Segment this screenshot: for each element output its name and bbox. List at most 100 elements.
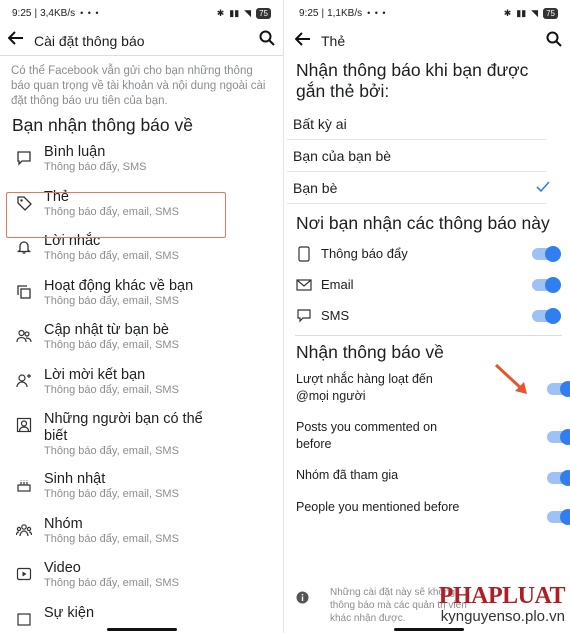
group-icon [14,520,34,540]
item-channels: Thông báo đẩy, email, SMS [44,383,179,396]
item-video[interactable]: Video Thông báo đẩy, email, SMS [0,556,283,601]
phone-icon [296,245,312,262]
sms-toggle[interactable] [532,307,561,324]
item-channels: Thông báo đẩy, email, SMS [44,532,179,545]
status-time: 9:25 [12,7,32,19]
notify-joined-groups: Nhóm đã tham gia [287,467,570,489]
gesture-bar [106,628,177,631]
copy-icon [14,282,34,302]
item-channels: Thông báo đẩy, email, SMS [44,339,179,351]
highlight-box [6,192,226,238]
notify-label: Posts you commented on before [296,420,438,451]
channel-push: Thông báo đẩy [287,238,570,269]
joined-groups-toggle[interactable] [547,470,570,486]
push-toggle[interactable] [532,245,561,262]
channel-sms: SMS [287,300,570,331]
item-channels: Thông báo đẩy, email, SMS [44,445,179,457]
signal-icon: ▮▮ [229,7,240,18]
item-label: Video [44,560,81,576]
item-label: Hoạt động khác về bạn [44,277,194,294]
checkmark-icon [536,180,550,196]
cake-icon [14,475,34,495]
bluetooth-icon: ✱ [503,7,512,18]
page-title: Cài đặt thông báo [34,32,145,49]
sms-icon [296,308,312,324]
item-birthdays[interactable]: Sinh nhật Thông báo đẩy, email, SMS [0,467,283,512]
email-toggle[interactable] [532,276,561,293]
option-friends-of-friends[interactable]: Bạn của bạn bè [287,140,546,172]
app-header: Thẻ [287,26,570,56]
wifi-icon: ◥ [244,7,252,18]
item-label: Sự kiện [44,604,95,621]
item-label: Cập nhật từ bạn bè [44,322,169,338]
item-label: Nhóm [44,515,83,532]
channel-email: Email [287,269,570,300]
right-screen: 9:25 | 1,1KB/s • • • ✱ ▮▮ ◥ 75 Thẻ Nhận … [287,0,570,633]
status-dots: • • • [367,8,387,18]
signal-icon: ▮▮ [516,7,527,18]
info-icon [296,591,309,625]
people-mentioned-toggle[interactable] [547,509,570,525]
status-bar: 9:25 | 1,1KB/s • • • ✱ ▮▮ ◥ 75 [287,0,570,26]
option-label: Bất kỳ ai [293,115,347,132]
settings-description: Có thể Facebook vẫn gửi cho bạn những th… [11,65,266,107]
item-friend-requests[interactable]: Lời mời kết bạn Thông báo đẩy, email, SMS [0,363,283,408]
battery-indicator: 75 [543,7,558,19]
watermark: PHAPLUAT kynguyenso.plo.vn [438,583,566,625]
search-icon[interactable] [546,31,562,52]
item-groups[interactable]: Nhóm Thông báo đẩy, email, SMS [0,512,283,557]
back-arrow-icon[interactable] [294,31,311,51]
item-label: Lời mời kết bạn [44,366,146,383]
item-friend-updates[interactable]: Cập nhật từ bạn bè Thông báo đẩy, email, … [0,318,283,363]
notify-posts-commented: Posts you commented on before [287,419,570,455]
bluetooth-icon: ✱ [216,7,225,18]
channels-heading: Nơi bạn nhận các thông báo này [296,213,550,233]
item-other-activity[interactable]: Hoạt động khác về bạn Thông báo đẩy, emai… [0,274,283,319]
posts-commented-toggle[interactable] [547,429,570,445]
channel-label: Thông báo đẩy [321,246,408,261]
search-icon[interactable] [259,30,275,51]
status-speed: 3,4KB/s [40,7,76,19]
status-time: 9:25 [299,7,319,19]
notify-label: Lượt nhắc hàng loạt đến @mọi người [296,372,433,403]
comment-icon [14,148,34,168]
calendar-icon [14,609,34,629]
app-header: Cài đặt thông báo [0,26,283,56]
item-label: Bình luận [44,144,106,160]
option-label: Bạn bè [293,179,338,196]
item-people-you-may-know[interactable]: Những người bạn có thể biết Thông báo đẩy… [0,407,283,467]
channel-list: Thông báo đẩy Email SMS [287,238,570,331]
section-title: Bạn nhận thông báo về [12,115,193,135]
status-bar: 9:25 | 3,4KB/s • • • ✱ ▮▮ ◥ 75 [0,0,283,26]
item-channels: Thông báo đẩy, email, SMS [44,577,179,589]
item-channels: Thông báo đẩy, email, SMS [44,250,179,262]
battery-indicator: 75 [256,7,271,19]
watermark-url: kynguyenso.plo.vn [440,608,565,625]
item-channels: Thông báo đẩy, SMS [44,161,147,173]
annotation-arrow-icon [494,363,527,394]
item-label: Những người bạn có thể biết [44,411,203,444]
email-icon [296,277,312,293]
notify-people-mentioned: People you mentioned before [287,499,570,535]
option-label: Bạn của bạn bè [293,147,392,164]
item-comments[interactable]: Bình luận Thông báo đẩy, SMS [0,140,283,185]
gesture-bar [393,628,464,631]
status-speed: 1,1KB/s [327,7,363,19]
back-arrow-icon[interactable] [7,31,24,50]
option-friends[interactable]: Bạn bè [287,172,550,204]
mentions-everyone-toggle[interactable] [547,381,570,397]
contact-icon [14,415,34,435]
page-title: Thẻ [321,33,346,49]
channel-label: Email [321,277,354,292]
status-dots: • • • [80,8,100,18]
add-friend-icon [14,371,34,391]
item-label: Sinh nhật [44,471,106,487]
friends-icon [14,326,34,346]
watermark-logo: PHAPLUAT [438,583,566,609]
option-anyone[interactable]: Bất kỳ ai [287,108,546,140]
wifi-icon: ◥ [531,7,539,18]
notify-label: People you mentioned before [296,500,460,514]
item-channels: Thông báo đẩy, email, SMS [44,294,179,307]
left-screen: 9:25 | 3,4KB/s • • • ✱ ▮▮ ◥ 75 Cài đặt t… [0,0,284,633]
video-icon [14,564,34,584]
